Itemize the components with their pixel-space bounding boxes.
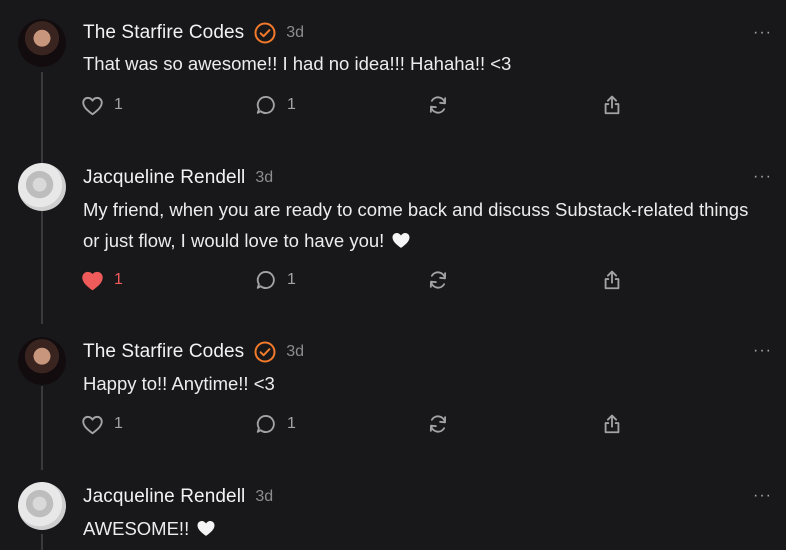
verified-badge-icon [254, 341, 276, 363]
reply-button[interactable]: 1 [255, 92, 296, 118]
author-avatar[interactable] [18, 19, 66, 67]
comment-actions: 1 1 [81, 92, 641, 118]
restack-icon [429, 415, 447, 433]
white-heart-icon [196, 516, 216, 536]
comment-text: Happy to!! Anytime!! <3 [83, 373, 275, 394]
comment-actions: 1 1 [81, 267, 641, 293]
restack-button[interactable] [427, 92, 449, 118]
comment-text-content: My friend, when you are ready to come ba… [83, 199, 749, 251]
more-options-icon[interactable]: ··· [753, 169, 772, 185]
restack-icon [429, 271, 447, 289]
comment-header: The Starfire Codes 3d [83, 339, 304, 365]
author-avatar[interactable] [18, 482, 66, 530]
comment-timestamp[interactable]: 3d [255, 488, 273, 506]
comment-text: AWESOME!! [83, 513, 763, 544]
author-name[interactable]: The Starfire Codes [83, 22, 244, 44]
like-count: 1 [114, 415, 123, 432]
white-heart-icon [391, 228, 411, 248]
share-button[interactable] [601, 92, 623, 118]
thread-line [41, 386, 43, 470]
author-name[interactable]: Jacqueline Rendell [83, 167, 245, 189]
like-count: 1 [114, 96, 123, 113]
author-name[interactable]: Jacqueline Rendell [83, 486, 245, 508]
comment-timestamp[interactable]: 3d [286, 24, 304, 42]
comment-bubble-icon [256, 415, 275, 433]
comment-timestamp[interactable]: 3d [255, 169, 273, 187]
share-icon [604, 95, 620, 115]
restack-button[interactable] [427, 267, 449, 293]
comment-header: The Starfire Codes 3d [83, 20, 304, 46]
thread-line [41, 534, 43, 550]
share-button[interactable] [601, 267, 623, 293]
comment-text: My friend, when you are ready to come ba… [83, 194, 763, 256]
author-avatar[interactable] [18, 337, 66, 385]
author-name[interactable]: The Starfire Codes [83, 341, 244, 363]
comment-text-content: AWESOME!! [83, 518, 190, 539]
share-icon [604, 414, 620, 434]
verified-badge-icon [254, 22, 276, 44]
share-icon [604, 270, 620, 290]
reply-count: 1 [287, 271, 296, 288]
comment-actions: 1 1 [81, 411, 641, 437]
reply-count: 1 [287, 415, 296, 432]
reply-button[interactable]: 1 [255, 267, 296, 293]
comment-text: That was so awesome!! I had no idea!!! H… [83, 53, 512, 74]
comment-bubble-icon [256, 96, 275, 114]
more-options-icon[interactable]: ··· [753, 488, 772, 504]
heart-icon [82, 415, 103, 434]
more-options-icon[interactable]: ··· [753, 343, 772, 359]
like-button[interactable]: 1 [81, 92, 123, 118]
heart-filled-icon [82, 271, 103, 290]
like-button[interactable]: 1 [81, 267, 123, 293]
comment-header: Jacqueline Rendell 3d [83, 484, 273, 510]
share-button[interactable] [601, 411, 623, 437]
like-count: 1 [114, 271, 123, 288]
heart-icon [82, 96, 103, 115]
like-button[interactable]: 1 [81, 411, 123, 437]
restack-button[interactable] [427, 411, 449, 437]
restack-icon [429, 96, 447, 114]
reply-button[interactable]: 1 [255, 411, 296, 437]
author-avatar[interactable] [18, 163, 66, 211]
comment-timestamp[interactable]: 3d [286, 343, 304, 361]
comment-bubble-icon [256, 271, 275, 289]
more-options-icon[interactable]: ··· [753, 25, 772, 41]
comment-header: Jacqueline Rendell 3d [83, 165, 273, 191]
reply-count: 1 [287, 96, 296, 113]
